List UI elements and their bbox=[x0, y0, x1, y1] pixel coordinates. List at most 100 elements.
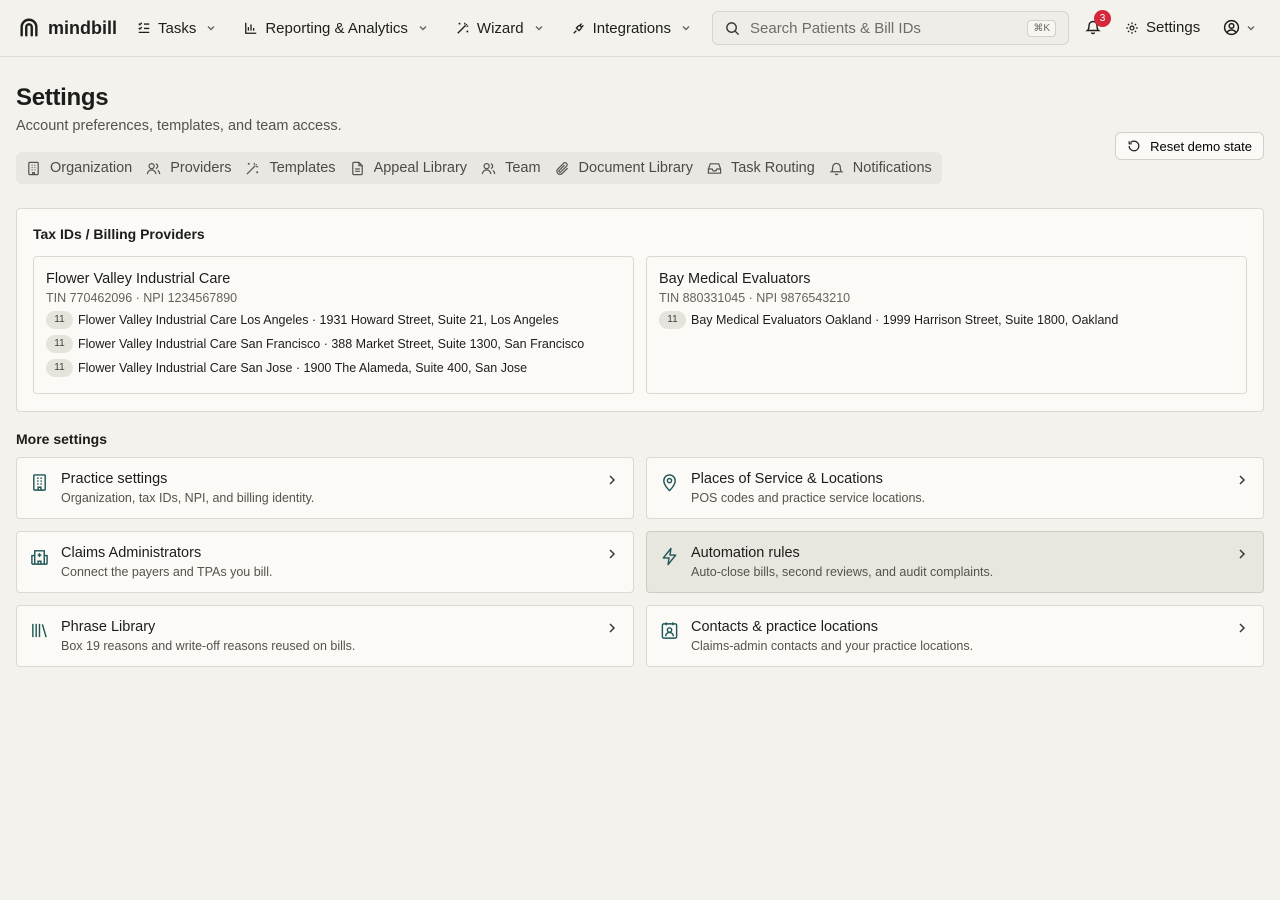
paperclip-icon bbox=[555, 161, 568, 175]
places-of-service-card[interactable]: Places of Service & Locations POS codes … bbox=[646, 457, 1264, 519]
billing-provider-card[interactable]: Bay Medical Evaluators TIN 880331045 · N… bbox=[646, 256, 1247, 394]
tab-organization-label: Organization bbox=[50, 160, 133, 176]
chevron-right-icon bbox=[1239, 549, 1246, 559]
chevron-down-icon bbox=[207, 26, 215, 31]
card-description: Connect the payers and TPAs you bill. bbox=[61, 565, 273, 579]
nav-integrations-label: Integrations bbox=[592, 19, 671, 37]
billing-provider-card[interactable]: Flower Valley Industrial Care TIN 770462… bbox=[33, 256, 634, 394]
document-icon bbox=[351, 161, 363, 175]
card-title: Claims Administrators bbox=[61, 545, 202, 561]
bar-chart-icon bbox=[245, 22, 257, 34]
pos-code-badge: 11 bbox=[46, 310, 73, 329]
header-settings-link[interactable]: Settings bbox=[1125, 19, 1200, 36]
tab-team-label: Team bbox=[505, 160, 541, 176]
search-input[interactable] bbox=[750, 19, 1028, 37]
tab-organization[interactable]: Organization bbox=[26, 160, 132, 176]
chevron-down-icon bbox=[1247, 25, 1255, 30]
user-menu[interactable] bbox=[1223, 19, 1256, 36]
chevron-down-icon bbox=[419, 26, 427, 31]
inbox-icon bbox=[707, 162, 722, 174]
provider-name: Bay Medical Evaluators bbox=[659, 271, 811, 287]
top-bar: mindbill Tasks Reporting & Analytics Wiz… bbox=[0, 0, 1280, 57]
location-text: Flower Valley Industrial Care Los Angele… bbox=[78, 312, 559, 327]
user-circle-icon bbox=[1223, 19, 1240, 36]
card-title: Automation rules bbox=[691, 545, 800, 561]
hospital-icon bbox=[31, 550, 48, 565]
nav-reporting[interactable]: Reporting & Analytics bbox=[244, 20, 428, 37]
tab-notifications[interactable]: Notifications bbox=[829, 160, 932, 176]
nav-wizard-label: Wizard bbox=[476, 19, 524, 37]
tab-notifications-label: Notifications bbox=[852, 160, 932, 176]
tab-templates[interactable]: Templates bbox=[245, 160, 336, 176]
users-icon bbox=[147, 162, 161, 174]
automation-rules-card[interactable]: Automation rules Auto-close bills, secon… bbox=[646, 531, 1264, 593]
tab-appeal-library-label: Appeal Library bbox=[373, 160, 468, 176]
reset-demo-label: Reset demo state bbox=[1150, 138, 1252, 154]
location-row: 11 Flower Valley Industrial Care San Fra… bbox=[46, 334, 621, 353]
wand-icon bbox=[457, 22, 469, 34]
nav-tasks-label: Tasks bbox=[158, 19, 197, 37]
card-title: Phrase Library bbox=[61, 619, 156, 635]
tab-providers[interactable]: Providers bbox=[146, 160, 231, 176]
phrase-library-card[interactable]: Phrase Library Box 19 reasons and write-… bbox=[16, 605, 634, 667]
card-description: Box 19 reasons and write-off reasons reu… bbox=[61, 639, 356, 653]
chevron-right-icon bbox=[609, 475, 616, 485]
contacts-locations-card[interactable]: Contacts & practice locations Claims-adm… bbox=[646, 605, 1264, 667]
chevron-right-icon bbox=[1239, 623, 1246, 633]
page-subtitle: Account preferences, templates, and team… bbox=[16, 118, 342, 134]
location-text: Flower Valley Industrial Care San Franci… bbox=[78, 336, 585, 351]
location-row: 11 Flower Valley Industrial Care Los Ang… bbox=[46, 310, 621, 329]
chevron-down-icon bbox=[682, 26, 690, 31]
settings-tabs: Organization Providers Templates Appeal … bbox=[16, 152, 942, 184]
tab-providers-label: Providers bbox=[170, 160, 232, 176]
tab-document-library-label: Document Library bbox=[578, 160, 693, 176]
pos-code-badge: 11 bbox=[659, 310, 686, 329]
nav-wizard[interactable]: Wizard bbox=[456, 20, 544, 37]
page-title: Settings bbox=[16, 84, 109, 111]
provider-ids: TIN 770462096 · NPI 1234567890 bbox=[46, 291, 238, 305]
tax-ids-card: Tax IDs / Billing Providers Flower Valle… bbox=[16, 208, 1264, 412]
location-text: Flower Valley Industrial Care San Jose ·… bbox=[78, 360, 528, 375]
header-settings-label: Settings bbox=[1146, 19, 1201, 36]
wand-icon bbox=[246, 162, 259, 175]
notification-count-badge: 3 bbox=[1094, 10, 1111, 27]
gear-icon bbox=[1126, 21, 1138, 34]
chevron-right-icon bbox=[1239, 475, 1246, 485]
tab-templates-label: Templates bbox=[269, 160, 336, 176]
library-icon bbox=[32, 623, 47, 638]
provider-name: Flower Valley Industrial Care bbox=[46, 271, 231, 287]
tasks-icon bbox=[138, 22, 150, 34]
search-box[interactable]: ⌘K bbox=[712, 11, 1069, 45]
search-shortcut: ⌘K bbox=[1027, 19, 1056, 37]
tab-document-library[interactable]: Document Library bbox=[555, 160, 693, 176]
lightning-icon bbox=[662, 547, 677, 566]
logo[interactable]: mindbill bbox=[18, 17, 117, 39]
chevron-right-icon bbox=[609, 623, 616, 633]
tab-team[interactable]: Team bbox=[481, 160, 541, 176]
card-description: Organization, tax IDs, NPI, and billing … bbox=[61, 491, 315, 505]
brand-name: mindbill bbox=[48, 17, 117, 38]
card-title: Practice settings bbox=[61, 471, 168, 487]
logo-icon bbox=[20, 18, 38, 37]
location-row: 11 Bay Medical Evaluators Oakland · 1999… bbox=[659, 310, 1234, 329]
search-icon bbox=[726, 21, 740, 35]
reset-icon bbox=[1128, 140, 1140, 152]
nav-tasks[interactable]: Tasks bbox=[137, 20, 216, 37]
contact-icon bbox=[661, 622, 678, 639]
claims-administrators-card[interactable]: Claims Administrators Connect the payers… bbox=[16, 531, 634, 593]
practice-settings-card[interactable]: Practice settings Organization, tax IDs,… bbox=[16, 457, 634, 519]
pos-code-badge: 11 bbox=[46, 358, 73, 377]
tab-task-routing[interactable]: Task Routing bbox=[707, 160, 815, 176]
nav-reporting-label: Reporting & Analytics bbox=[265, 19, 408, 37]
card-description: POS codes and practice service locations… bbox=[691, 491, 926, 505]
tab-appeal-library[interactable]: Appeal Library bbox=[350, 160, 468, 176]
notifications-button[interactable]: 3 bbox=[1085, 10, 1111, 37]
bell-icon bbox=[829, 162, 844, 175]
nav-integrations[interactable]: Integrations bbox=[572, 20, 691, 37]
reset-demo-button[interactable]: Reset demo state bbox=[1115, 132, 1264, 160]
tax-ids-title: Tax IDs / Billing Providers bbox=[33, 226, 205, 242]
card-title: Contacts & practice locations bbox=[691, 619, 878, 635]
tab-task-routing-label: Task Routing bbox=[730, 160, 815, 176]
building-icon bbox=[33, 474, 46, 491]
more-settings-title: More settings bbox=[16, 431, 108, 447]
